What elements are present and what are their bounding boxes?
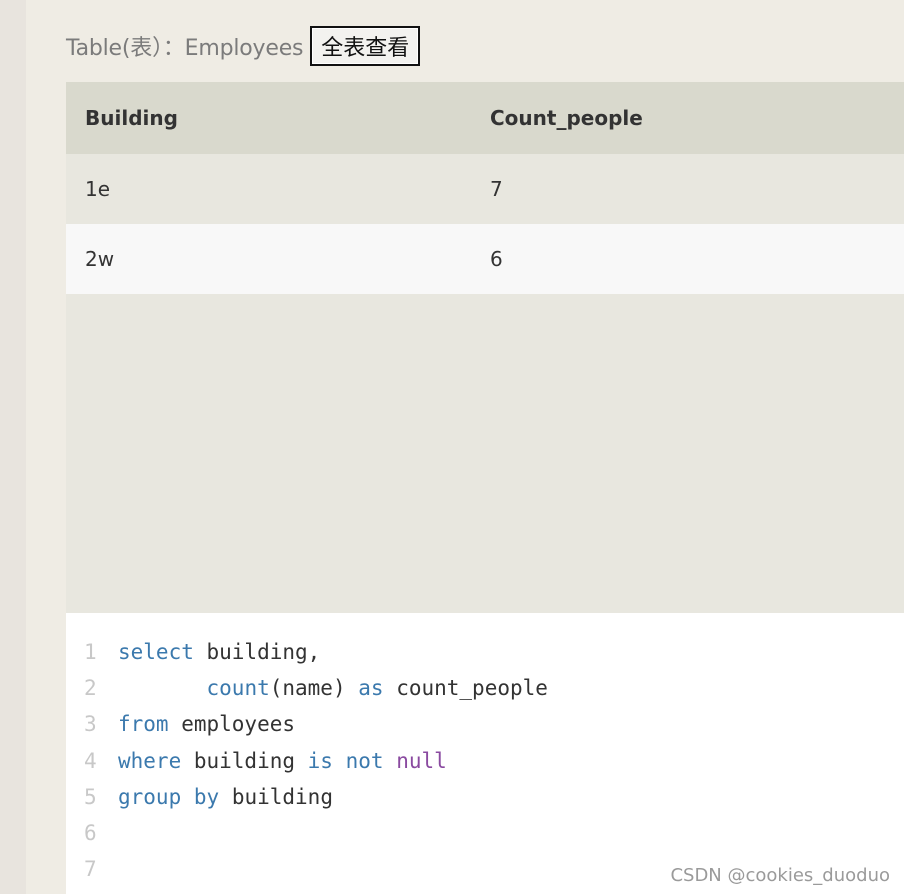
code-token: building [219,785,333,809]
code-token: is [307,749,333,773]
code-token: (name) [269,676,359,700]
code-line[interactable]: 1 select building, [66,634,320,670]
code-token: from [118,712,169,736]
table-row: 1e 7 [66,154,904,224]
code-token: building, [193,640,321,664]
result-table: Building Count_people 1e 7 2w 6 [66,82,904,294]
view-full-table-button[interactable]: 全表查看 [310,26,421,66]
table-row: 2w 6 [66,224,904,294]
table-header-row: Building Count_people [66,82,904,154]
line-number: 4 [84,749,97,773]
left-sidebar-strip [0,0,26,894]
code-line[interactable]: 5 group by building [66,779,333,815]
code-line[interactable]: 3 from employees [66,706,295,742]
table-cell: 7 [471,154,904,224]
code-token: select [118,640,194,664]
code-line[interactable]: 6 [66,815,118,851]
line-number: 6 [84,821,97,845]
line-number: 5 [84,785,97,809]
code-token: by [193,785,220,809]
code-line[interactable]: 7 [66,851,118,887]
code-token: where [118,749,182,773]
table-cell: 2w [66,224,471,294]
code-token: count_people [383,676,548,700]
code-token: group [118,785,182,809]
table-header-bar: Table(表）：Employees 全表查看 [66,24,421,68]
code-token: not [345,749,384,773]
line-number: 1 [84,640,97,664]
line-number: 2 [84,676,97,700]
query-result-panel: Building Count_people 1e 7 2w 6 [66,82,904,613]
line-number: 7 [84,857,97,881]
table-cell: 6 [471,224,904,294]
code-line[interactable]: 2 count(name) as count_people [66,670,548,706]
code-token: null [396,749,447,773]
column-header-count-people: Count_people [471,82,904,154]
code-token: employees [168,712,296,736]
code-token: count [206,676,270,700]
watermark: CSDN @cookies_duoduo [670,865,890,886]
code-line[interactable]: 4 where building is not null [66,743,447,779]
code-token: building [181,749,308,773]
code-token: as [358,676,384,700]
table-name-label: Table(表）：Employees [66,36,304,61]
line-number: 3 [84,712,97,736]
column-header-building: Building [66,82,471,154]
table-cell: 1e [66,154,471,224]
sql-code-editor[interactable]: 1 select building, 2 count(name) as count_… [66,613,904,894]
